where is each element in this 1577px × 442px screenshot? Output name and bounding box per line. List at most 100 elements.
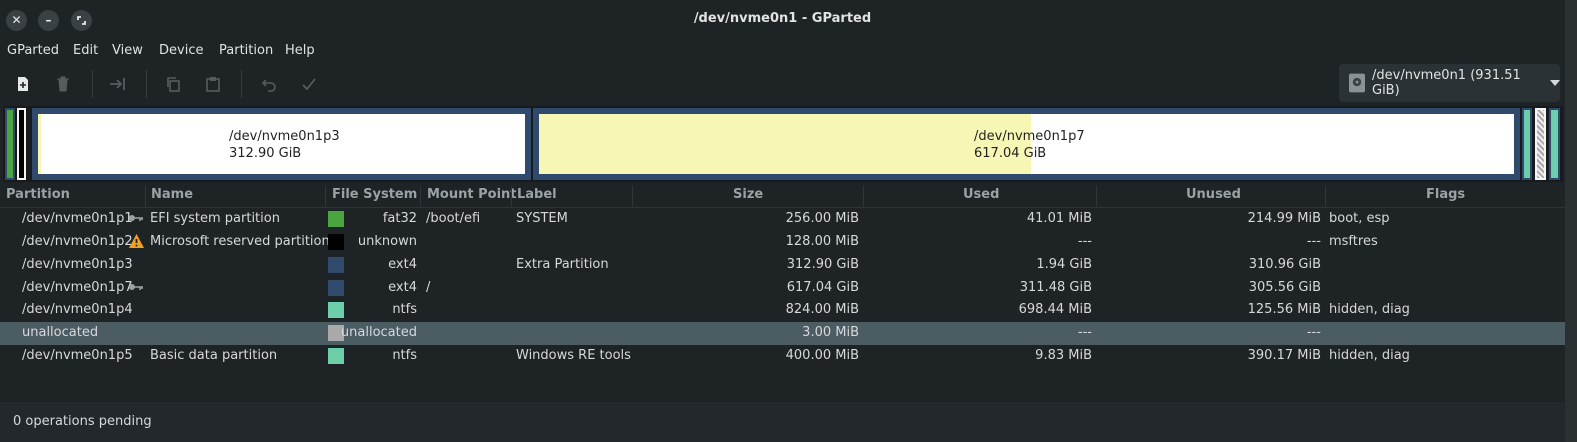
col-used[interactable]: Used <box>963 187 999 202</box>
apply-button[interactable] <box>297 73 321 95</box>
map-segment-p7-fill: /dev/nvme0n1p7 617.04 GiB <box>539 114 1514 174</box>
menu-view[interactable]: View <box>112 43 143 58</box>
map-p7-name: /dev/nvme0n1p7 <box>974 129 1085 144</box>
cell-unused: --- <box>1306 325 1321 341</box>
cell-unused: 310.96 GiB <box>1248 256 1321 272</box>
map-segment-p4[interactable] <box>1522 108 1532 180</box>
col-unused[interactable]: Unused <box>1186 187 1241 202</box>
toolbar-separator <box>146 70 147 98</box>
cell-filesystem: fat32 <box>382 211 417 226</box>
cell-partition: /dev/nvme0n1p1 <box>22 211 133 226</box>
menu-partition[interactable]: Partition <box>219 43 273 58</box>
cell-partition: /dev/nvme0n1p7 <box>22 279 133 295</box>
column-separator <box>1096 186 1097 206</box>
cell-filesystem: unknown <box>357 233 417 249</box>
cell-unused: 125.56 MiB <box>1247 302 1321 318</box>
menu-gparted[interactable]: GParted <box>7 43 59 58</box>
cell-size: 128.00 MiB <box>785 233 859 249</box>
column-separator <box>420 186 421 206</box>
table-row[interactable]: /dev/nvme0n1p1 EFI system partition fat32 /… <box>0 208 1565 231</box>
cell-flags: msftres <box>1329 233 1378 249</box>
table-row[interactable]: unallocated unallocated 3.00 MiB --- --- <box>0 322 1565 346</box>
window-title: /dev/nvme0n1 - GParted <box>693 11 872 26</box>
map-segment-p3-fill: /dev/nvme0n1p3 312.90 GiB <box>38 114 525 174</box>
map-segment-p5[interactable] <box>1549 108 1560 180</box>
copy-icon <box>167 77 180 92</box>
menu-help[interactable]: Help <box>285 43 315 58</box>
cell-used: 311.48 GiB <box>1019 279 1092 295</box>
filesystem-color-swatch <box>328 233 344 250</box>
gparted-window: ✕ – /dev/nvme0n1 - GParted GParted Edit … <box>0 0 1565 442</box>
cell-mountpoint: / <box>426 279 431 295</box>
cell-name: Basic data partition <box>150 348 278 364</box>
copy-button[interactable] <box>161 73 185 95</box>
column-separator <box>511 186 512 206</box>
warning-icon <box>128 233 145 253</box>
partition-map: /dev/nvme0n1p3 312.90 GiB /dev/nvme0n1p7… <box>3 106 1563 182</box>
cell-used: --- <box>1077 325 1092 341</box>
table-row[interactable]: /dev/nvme0n1p3 ext4 Extra Partition 312.90 … <box>0 254 1565 277</box>
col-flags[interactable]: Flags <box>1426 187 1465 202</box>
filesystem-color-swatch <box>328 211 344 227</box>
map-p3-label: /dev/nvme0n1p3 312.90 GiB <box>229 128 340 162</box>
map-segment-p7[interactable]: /dev/nvme0n1p7 617.04 GiB <box>533 108 1520 180</box>
cell-size: 256.00 MiB <box>785 211 859 226</box>
filesystem-color-swatch <box>328 302 344 319</box>
cell-flags: boot, esp <box>1329 211 1390 226</box>
device-selector[interactable]: /dev/nvme0n1 (931.51 GiB) <box>1339 64 1560 102</box>
cell-filesystem: ntfs <box>392 302 417 318</box>
col-mountpoint[interactable]: Mount Point <box>427 187 517 202</box>
cell-used: 41.01 MiB <box>1026 211 1092 226</box>
col-size[interactable]: Size <box>733 187 763 202</box>
column-separator <box>145 186 146 206</box>
map-p7-size: 617.04 GiB <box>974 146 1047 161</box>
map-segment-p3[interactable]: /dev/nvme0n1p3 312.90 GiB <box>32 108 531 180</box>
cell-size: 3.00 MiB <box>802 325 859 341</box>
col-filesystem[interactable]: File System <box>332 187 417 202</box>
column-separator <box>632 186 633 206</box>
cell-filesystem: unallocated <box>340 325 417 341</box>
column-separator <box>325 186 326 206</box>
map-p7-label: /dev/nvme0n1p7 617.04 GiB <box>974 128 1085 162</box>
map-segment-p1[interactable] <box>5 108 15 180</box>
cell-name: Microsoft reserved partition <box>150 233 330 249</box>
map-segment-unallocated[interactable] <box>1535 108 1546 180</box>
delete-partition-button[interactable] <box>51 73 75 95</box>
resize-move-icon <box>110 78 125 90</box>
filesystem-color-swatch <box>328 348 344 365</box>
cell-unused: 214.99 MiB <box>1247 211 1321 226</box>
paste-button[interactable] <box>201 73 225 95</box>
resize-move-button[interactable] <box>106 73 130 95</box>
col-label[interactable]: Label <box>517 187 557 202</box>
paste-icon <box>206 77 220 92</box>
cell-used: 1.94 GiB <box>1036 256 1092 272</box>
table-row[interactable]: /dev/nvme0n1p7 ext4 / 617.04 GiB 311.48 GiB 3… <box>0 277 1565 300</box>
menu-edit[interactable]: Edit <box>73 43 98 58</box>
map-p3-name: /dev/nvme0n1p3 <box>229 129 340 144</box>
new-partition-button[interactable] <box>11 73 35 95</box>
used-space-bar <box>539 114 1032 174</box>
status-bar: 0 operations pending <box>0 402 1565 442</box>
table-row[interactable]: /dev/nvme0n1p5 Basic data partition ntfs Wi… <box>0 345 1565 368</box>
menu-device[interactable]: Device <box>159 43 203 58</box>
cell-used: 9.83 MiB <box>1035 348 1092 364</box>
cell-partition: /dev/nvme0n1p3 <box>22 256 133 272</box>
map-segment-p2[interactable] <box>17 108 26 180</box>
key-icon <box>128 212 144 228</box>
delete-icon <box>57 76 69 92</box>
cell-partition: /dev/nvme0n1p5 <box>22 348 133 364</box>
cell-name: EFI system partition <box>150 211 280 226</box>
toolbar <box>0 64 1565 104</box>
col-name[interactable]: Name <box>151 187 193 202</box>
col-partition[interactable]: Partition <box>6 187 70 202</box>
table-row[interactable]: /dev/nvme0n1p2 Microsoft reserved partiti… <box>0 231 1565 254</box>
table-row[interactable]: /dev/nvme0n1p4 ntfs 824.00 MiB 698.44 MiB 12… <box>0 299 1565 322</box>
cell-used: --- <box>1077 233 1092 249</box>
column-separator <box>863 186 864 206</box>
cell-size: 400.00 MiB <box>785 348 859 364</box>
undo-button[interactable] <box>257 73 281 95</box>
cell-label: SYSTEM <box>516 211 568 226</box>
column-separator <box>1325 186 1326 206</box>
new-icon <box>18 77 28 91</box>
map-p3-size: 312.90 GiB <box>229 146 302 161</box>
